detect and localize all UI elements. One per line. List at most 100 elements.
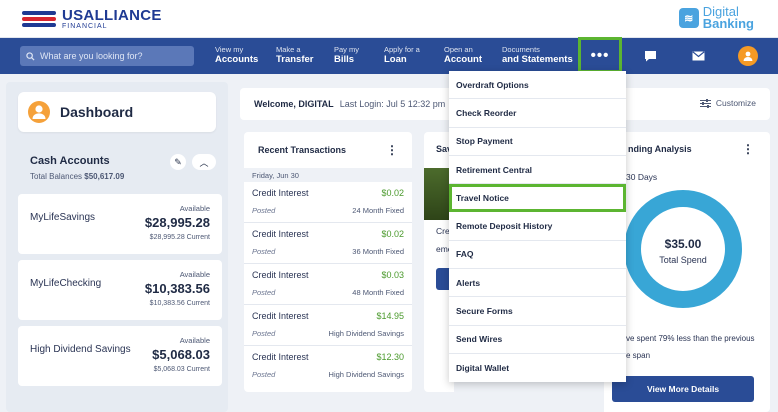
brand-name: USALLIANCE [62, 7, 162, 24]
welcome-greeting: Welcome, DIGITAL [254, 99, 334, 109]
spending-donut-chart: $35.00 Total Spend [624, 190, 742, 308]
nav-accounts-l2: Accounts [215, 53, 259, 65]
spending-analysis-card: nding Analysis ⋮ 30 Days $35.00 Total Sp… [604, 132, 770, 412]
more-menu-button[interactable]: ••• [578, 37, 622, 73]
flag-icon [22, 8, 56, 30]
transaction-status: Posted [252, 206, 276, 215]
savings-text-1: Cre [436, 226, 450, 236]
sliders-icon [699, 98, 711, 108]
menu-item-faq[interactable]: FAQ [449, 241, 626, 270]
transaction-row[interactable]: Credit Interest $0.02 Posted 36 Month Fi… [244, 223, 412, 264]
nav-transfer[interactable]: Make a Transfer [276, 45, 314, 66]
nav-bills-l1: Pay my [334, 45, 360, 54]
chevron-up-icon: ︿ [199, 157, 209, 168]
total-spend-amount: $35.00 [664, 237, 702, 251]
nav-transfer-l1: Make a [276, 45, 301, 54]
spending-note-2: e span [626, 351, 651, 360]
transaction-row[interactable]: Credit Interest $0.03 Posted 48 Month Fi… [244, 264, 412, 305]
menu-item-send-wires[interactable]: Send Wires [449, 326, 626, 354]
available-label: Available [179, 270, 210, 279]
account-balance: $10,383.56 [144, 281, 210, 296]
product-line2: Banking [702, 16, 754, 32]
mail-icon [691, 51, 705, 61]
spending-title: nding Analysis [628, 144, 692, 154]
transaction-account: High Dividend Savings [328, 370, 404, 379]
customize-label: Customize [715, 98, 756, 108]
transaction-account: High Dividend Savings [328, 329, 404, 338]
menu-item-secure-forms[interactable]: Secure Forms [449, 297, 626, 326]
account-card-mylifechecking[interactable]: MyLifeChecking Available $10,383.56 $10,… [18, 260, 222, 320]
transaction-amount: $0.02 [381, 188, 404, 198]
transaction-status: Posted [252, 247, 276, 256]
user-icon [743, 51, 753, 61]
menu-item-digital-wallet[interactable]: Digital Wallet [449, 354, 626, 382]
account-name: MyLifeChecking [30, 278, 102, 289]
nav-open-account[interactable]: Open an Account [444, 45, 482, 66]
transaction-account: 48 Month Fixed [352, 288, 404, 297]
collapse-button[interactable]: ︿ [192, 154, 216, 170]
menu-item-check-reorder[interactable]: Check Reorder [449, 99, 626, 128]
digital-banking-logo: ≋ Digital Banking [678, 5, 754, 32]
total-balances: Total Balances $50,617.09 [30, 172, 124, 181]
account-balance: $28,995.28 [144, 215, 210, 230]
menu-item-stop-payment[interactable]: Stop Payment [449, 128, 626, 156]
nav-accounts-l1: View my [215, 45, 244, 54]
more-dropdown-menu: Overdraft Options Check Reorder Stop Pay… [449, 71, 626, 382]
account-card-high-dividend-savings[interactable]: High Dividend Savings Available $5,068.0… [18, 326, 222, 386]
user-icon [28, 101, 50, 123]
transaction-status: Posted [252, 288, 276, 297]
transaction-account: 36 Month Fixed [352, 247, 404, 256]
usalliance-logo[interactable]: USALLIANCE FINANCIAL [22, 8, 162, 30]
transaction-status: Posted [252, 329, 276, 338]
available-label: Available [179, 336, 210, 345]
dashboard-header[interactable]: Dashboard [18, 92, 216, 132]
transaction-row[interactable]: Credit Interest $14.95 Posted High Divid… [244, 305, 412, 346]
spending-note-1: ve spent 79% less than the previous [626, 334, 755, 343]
nav-loan-l2: Loan [384, 53, 407, 65]
menu-item-retirement-central[interactable]: Retirement Central [449, 156, 626, 185]
nav-documents-l2: and Statements [502, 53, 573, 65]
customize-button[interactable]: Customize [699, 98, 756, 108]
transactions-header: Recent Transactions ⋮ [244, 132, 412, 168]
sidebar: Dashboard Cash Accounts Total Balances $… [6, 82, 228, 412]
menu-item-overdraft-options[interactable]: Overdraft Options [449, 71, 626, 100]
menu-item-remote-deposit-history[interactable]: Remote Deposit History [449, 212, 626, 241]
edit-button[interactable]: ✎ [170, 154, 186, 170]
profile-avatar-button[interactable] [738, 46, 758, 66]
transactions-title: Recent Transactions [258, 145, 347, 155]
search-input[interactable]: What are you looking for? [20, 46, 194, 66]
nav-loan[interactable]: Apply for a Loan [384, 45, 420, 66]
main-nav: What are you looking for? View my Account… [0, 38, 778, 74]
recent-transactions-card: Recent Transactions ⋮ Friday, Jun 30 Cre… [244, 132, 412, 392]
transaction-amount: $0.02 [381, 229, 404, 239]
view-more-details-button[interactable]: View More Details [612, 376, 754, 402]
brand-sub: FINANCIAL [62, 23, 108, 30]
nav-documents[interactable]: Documents and Statements [502, 45, 573, 66]
pencil-icon: ✎ [174, 156, 182, 167]
brand-header: USALLIANCE FINANCIAL ≋ Digital Banking [0, 0, 778, 38]
kebab-menu-icon[interactable]: ⋮ [386, 143, 398, 157]
total-balances-value: $50,617.09 [84, 172, 125, 181]
chat-icon [644, 51, 656, 62]
account-balance: $5,068.03 [152, 347, 210, 362]
transaction-date: Friday, Jun 30 [244, 168, 412, 182]
nav-open-account-l1: Open an [444, 45, 473, 54]
nav-accounts[interactable]: View my Accounts [215, 45, 259, 66]
menu-item-travel-notice[interactable]: Travel Notice [449, 184, 626, 213]
nav-bills[interactable]: Pay my Bills [334, 45, 360, 66]
current-balance: $28,995.28 Current [149, 234, 210, 241]
nav-transfer-l2: Transfer [276, 53, 314, 65]
nav-bills-l2: Bills [334, 53, 355, 65]
menu-item-alerts[interactable]: Alerts [449, 269, 626, 298]
more-icon: ••• [590, 46, 610, 64]
chat-button[interactable] [636, 44, 664, 68]
messages-button[interactable] [684, 44, 712, 68]
account-card-mylifesavings[interactable]: MyLifeSavings Available $28,995.28 $28,9… [18, 194, 222, 254]
transaction-amount: $14.95 [376, 311, 404, 321]
current-balance: $5,068.03 Current [153, 366, 210, 373]
transaction-row[interactable]: Credit Interest $12.30 Posted High Divid… [244, 346, 412, 387]
transaction-status: Posted [252, 370, 276, 379]
transaction-account: 24 Month Fixed [352, 206, 404, 215]
transaction-row[interactable]: Credit Interest $0.02 Posted 24 Month Fi… [244, 182, 412, 223]
kebab-menu-icon[interactable]: ⋮ [742, 142, 754, 156]
